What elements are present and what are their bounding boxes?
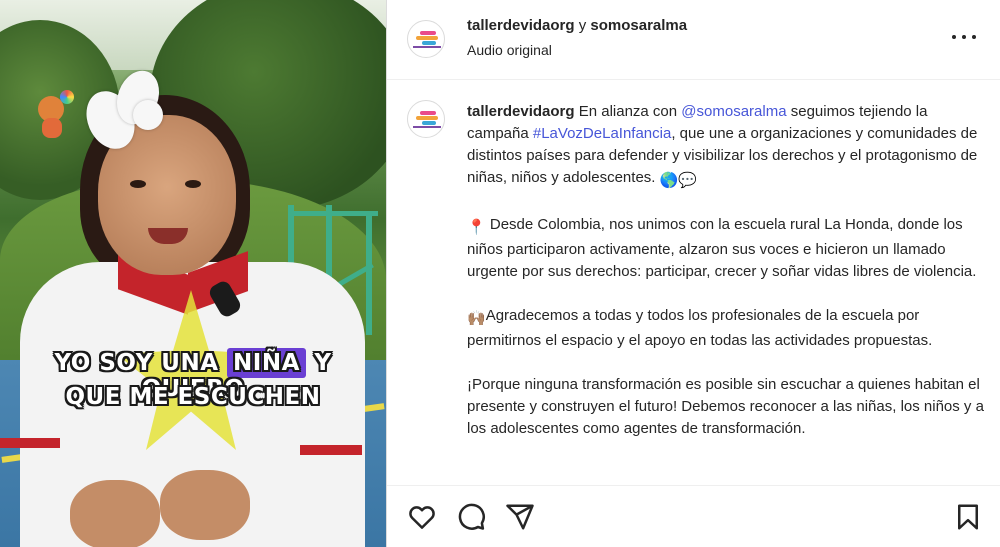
comment-button[interactable] [456, 502, 488, 534]
caption-paragraph-4: ¡Porque ninguna transformación es posibl… [467, 376, 984, 437]
author-avatar[interactable] [407, 20, 445, 58]
save-button[interactable] [953, 502, 985, 534]
caption-author-avatar[interactable] [407, 100, 445, 138]
caption-username[interactable]: tallerdevidaorg [467, 103, 575, 120]
caption-paragraph-2: 📍 Desde Colombia, nos unimos con la escu… [467, 216, 977, 280]
taller-de-vida-logo [414, 31, 440, 45]
reel-video[interactable]: YO SOY UNA NIÑA Y QUIERO QUE ME ESCUCHEN [0, 0, 386, 547]
post-details-pane: tallerdevidaorg y somosaralma Audio orig… [387, 0, 1000, 547]
more-horizontal-icon [952, 35, 956, 39]
caption-area[interactable]: tallerdevidaorg En alianza con @somosara… [387, 81, 1000, 485]
caption-paragraph-1: tallerdevidaorg En alianza con @somosara… [467, 101, 987, 192]
comment-icon [458, 503, 485, 530]
hashtag-link[interactable]: #LaVozDeLaInfancia [533, 125, 671, 142]
cartoon-sticker [32, 90, 74, 140]
heart-icon [409, 506, 435, 529]
raised-hands-emoji: 🙌🏽 [467, 310, 486, 327]
taller-de-vida-logo [414, 111, 440, 125]
like-button[interactable] [407, 502, 439, 534]
share-icon [506, 504, 534, 530]
bookmark-icon [958, 504, 978, 530]
post-authors: tallerdevidaorg y somosaralma [467, 17, 688, 34]
caption-highlight: NIÑA [227, 348, 306, 378]
more-options-button[interactable] [949, 22, 979, 52]
share-button[interactable] [505, 502, 537, 534]
author-username[interactable]: tallerdevidaorg [467, 17, 575, 34]
video-caption-line2: QUE ME ESCUCHEN [65, 384, 321, 410]
audio-label[interactable]: Audio original [467, 42, 552, 58]
pin-emoji: 📍 [467, 219, 486, 236]
hair-bow [77, 64, 178, 160]
post-header: tallerdevidaorg y somosaralma Audio orig… [387, 0, 1000, 80]
post-caption: tallerdevidaorg En alianza con @somosara… [467, 101, 987, 462]
action-bar [387, 485, 1000, 547]
coauthor-username[interactable]: somosaralma [590, 17, 687, 34]
globe-speech-emoji: 🌎💬 [659, 172, 697, 189]
caption-paragraph-3: 🙌🏽Agradecemos a todas y todos los profes… [467, 307, 933, 349]
mention-link[interactable]: @somosaralma [681, 103, 786, 120]
